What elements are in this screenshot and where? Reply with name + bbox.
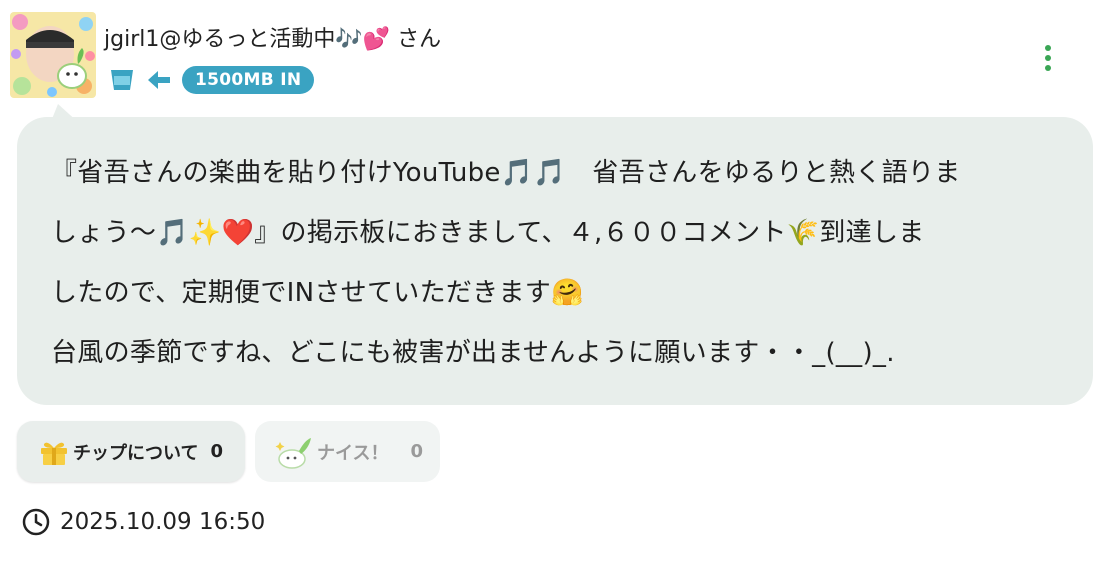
clock-icon <box>22 508 50 536</box>
tip-label: チップについて <box>73 442 199 464</box>
message-line: したので、定期便でINさせていただきます🤗 <box>51 278 584 308</box>
message-line: 『省吾さんの楽曲を貼り付けYouTube🎵🎵 省吾さんをゆるりと熱く語りま <box>51 158 961 188</box>
tip-button[interactable]: チップについて 0 <box>17 421 245 482</box>
data-badge: 1500MB IN <box>182 66 315 94</box>
post-actions: チップについて 0 ナイス！ 0 <box>17 421 440 482</box>
username[interactable]: jgirl1@ゆるっと活動中🎶💕 さん <box>104 25 441 55</box>
nice-label: ナイス！ <box>317 442 389 464</box>
nice-count: 0 <box>410 441 423 462</box>
nice-button[interactable]: ナイス！ 0 <box>255 421 440 482</box>
message-line: 台風の季節ですね、どこにも被害が出ませんように願います・・_(__)_. <box>51 338 895 368</box>
gift-icon <box>41 442 67 465</box>
tip-count: 0 <box>210 441 223 462</box>
message-line: しょう〜🎵✨❤️』の掲示板におきまして、４,６００コメント🌾到達しま <box>51 218 925 248</box>
more-vertical-icon <box>1045 45 1051 71</box>
user-avatar[interactable] <box>10 12 96 98</box>
cup-icon <box>108 67 136 93</box>
post-timestamp: 2025.10.09 16:50 <box>22 508 265 536</box>
arrow-left-icon <box>146 69 172 91</box>
more-menu-button[interactable] <box>1032 42 1064 74</box>
timestamp-text: 2025.10.09 16:50 <box>60 509 266 535</box>
user-meta-row: 1500MB IN <box>108 66 315 94</box>
rabbit-sticker-icon <box>275 437 311 469</box>
avatar-image <box>10 12 96 98</box>
message-bubble: 『省吾さんの楽曲を貼り付けYouTube🎵🎵 省吾さんをゆるりと熱く語りま しょ… <box>17 117 1093 405</box>
